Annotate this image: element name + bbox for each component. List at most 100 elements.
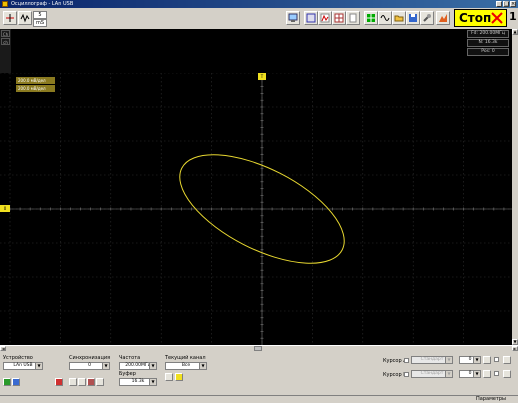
cursor-b-value-select[interactable]: 0 ▼ <box>459 370 481 378</box>
device-select[interactable]: LAn USB ▼ <box>3 362 43 370</box>
minimize-button[interactable]: _ <box>496 1 502 7</box>
sync-rising-button[interactable] <box>69 378 77 386</box>
cursor-b-dropdown-icon[interactable]: ▼ <box>445 371 452 377</box>
timebase-value[interactable]: 5 <box>33 11 47 19</box>
cursor-a-value-select[interactable]: 0 ▼ <box>459 356 481 364</box>
zero-level-marker[interactable]: 0 <box>0 205 10 212</box>
scope-display[interactable]: 200.0 мВ/дел 200.0 мВ/дел T 0 <box>0 72 512 345</box>
waveform-icon <box>20 13 30 23</box>
settings-button[interactable] <box>420 11 434 25</box>
buffer-dropdown-icon[interactable]: ▼ <box>149 379 156 385</box>
buffer-label: Буфер <box>119 371 136 377</box>
cursor-a-mode-select[interactable]: Стандарт ▼ <box>411 356 453 364</box>
sine-mode-button[interactable] <box>378 11 392 25</box>
cursor-b-lock-checkbox[interactable] <box>494 371 499 376</box>
channel-yellow-button[interactable] <box>175 373 183 381</box>
side-item-2[interactable]: ch <box>1 38 10 45</box>
sync-mode-button[interactable] <box>87 378 95 386</box>
blank-view-button[interactable] <box>346 11 360 25</box>
cursor-b-value: 0 <box>468 371 472 376</box>
cursor-b-mode: Стандарт <box>420 371 444 376</box>
status-params: Параметры <box>476 396 506 402</box>
page-icon <box>349 13 357 23</box>
cursor-a-dropdown-icon[interactable]: ▼ <box>445 357 452 363</box>
cursor-a-lock-checkbox[interactable] <box>494 357 499 362</box>
sync-select[interactable]: 0 ▼ <box>69 362 110 370</box>
device-settings-button[interactable] <box>12 378 20 386</box>
window-icon <box>306 13 316 23</box>
cursor-a-apply-button[interactable] <box>503 356 511 364</box>
current-channel-dropdown-icon[interactable]: ▼ <box>199 363 206 369</box>
scope-header <box>0 29 512 73</box>
folder-icon <box>394 15 404 22</box>
waveform-button[interactable] <box>18 11 32 25</box>
status-bar: Параметры <box>0 395 518 403</box>
connect-button[interactable] <box>3 378 11 386</box>
toolbar: 5 mS <box>0 8 518 29</box>
current-channel-label: Текущий канал <box>165 355 206 361</box>
stop-label: Стоп <box>459 11 492 25</box>
device-value: LAn USB <box>13 363 33 368</box>
cursor-b-go-button[interactable] <box>483 370 491 378</box>
chart-button[interactable] <box>436 11 450 25</box>
chart-icon <box>439 14 447 22</box>
sync-falling-button[interactable] <box>78 378 86 386</box>
channel-2-scale[interactable]: 200.0 мВ/дел <box>16 85 55 92</box>
frequency-label: Частота <box>119 355 141 361</box>
sync-label: Синхронизация <box>69 355 111 361</box>
cursor-b-value-dropdown-icon[interactable]: ▼ <box>473 371 480 377</box>
tools-icon <box>423 14 431 22</box>
sine-icon <box>380 15 390 21</box>
run-count: 1 <box>509 10 517 23</box>
disconnect-button[interactable] <box>55 378 63 386</box>
folder-button[interactable] <box>392 11 406 25</box>
current-channel-select[interactable]: Все ▼ <box>165 362 207 370</box>
window-title: Осциллограф - LAn USB <box>11 1 74 7</box>
title-bar: Осциллограф - LAn USB _ □ × <box>0 0 518 8</box>
app-icon <box>2 1 8 7</box>
side-item-1[interactable]: Ch <box>1 30 10 37</box>
cursor-b-apply-button[interactable] <box>503 370 511 378</box>
buffer-select[interactable]: 16.3k ▼ <box>119 378 157 386</box>
device-dropdown-icon[interactable]: ▼ <box>35 363 42 369</box>
add-channel-button[interactable] <box>3 11 17 25</box>
maximize-button[interactable]: □ <box>503 1 509 7</box>
spectrum-icon <box>320 13 330 23</box>
frequency-select[interactable]: 200.00МГц ▼ <box>119 362 157 370</box>
grid-icon <box>334 13 344 23</box>
channel-color-button[interactable] <box>165 373 173 381</box>
save-icon <box>409 14 417 22</box>
vertical-scrollbar[interactable]: ▲ ▼ <box>512 29 518 345</box>
cursor-a-value-dropdown-icon[interactable]: ▼ <box>473 357 480 363</box>
stop-button[interactable]: Стоп <box>454 9 507 27</box>
cursor-b-mode-select[interactable]: Стандарт ▼ <box>411 370 453 378</box>
timebase-unit[interactable]: mS <box>33 19 47 27</box>
sync-dropdown-icon[interactable]: ▼ <box>102 363 109 369</box>
crosshair-icon <box>367 14 375 22</box>
fft-button[interactable] <box>318 11 332 25</box>
cursor-a-value: 0 <box>468 357 472 362</box>
xy-mode-button[interactable] <box>364 11 378 25</box>
cursor-a-checkbox[interactable] <box>404 358 409 363</box>
channel-icon <box>6 14 14 22</box>
frequency-dropdown-icon[interactable]: ▼ <box>149 363 156 369</box>
frequency-value: 200.00МГц <box>125 363 151 368</box>
monitor-button[interactable] <box>286 11 300 25</box>
trigger-marker[interactable]: T <box>258 73 266 80</box>
control-panel: Устройство LAn USB ▼ Синхронизация 0 ▼ Час… <box>0 351 518 395</box>
window-button[interactable] <box>304 11 318 25</box>
channel-1-scale[interactable]: 200.0 мВ/дел <box>16 77 55 84</box>
info-frequency: Fd: 200.00МГц <box>467 30 509 38</box>
info-samples: N: 16.3k <box>467 39 509 47</box>
cursor-a-go-button[interactable] <box>483 356 491 364</box>
save-button[interactable] <box>406 11 420 25</box>
close-button[interactable]: × <box>510 1 516 7</box>
sync-grid-button[interactable] <box>96 378 104 386</box>
sync-value: 0 <box>88 363 91 368</box>
scroll-up-icon[interactable]: ▲ <box>512 29 518 35</box>
grid-view-button[interactable] <box>332 11 346 25</box>
cursor-b-checkbox[interactable] <box>404 372 409 377</box>
cursor-a-mode: Стандарт <box>420 357 444 362</box>
info-position: Pos: 0 <box>467 48 509 56</box>
buffer-value: 16.3k <box>131 379 145 384</box>
